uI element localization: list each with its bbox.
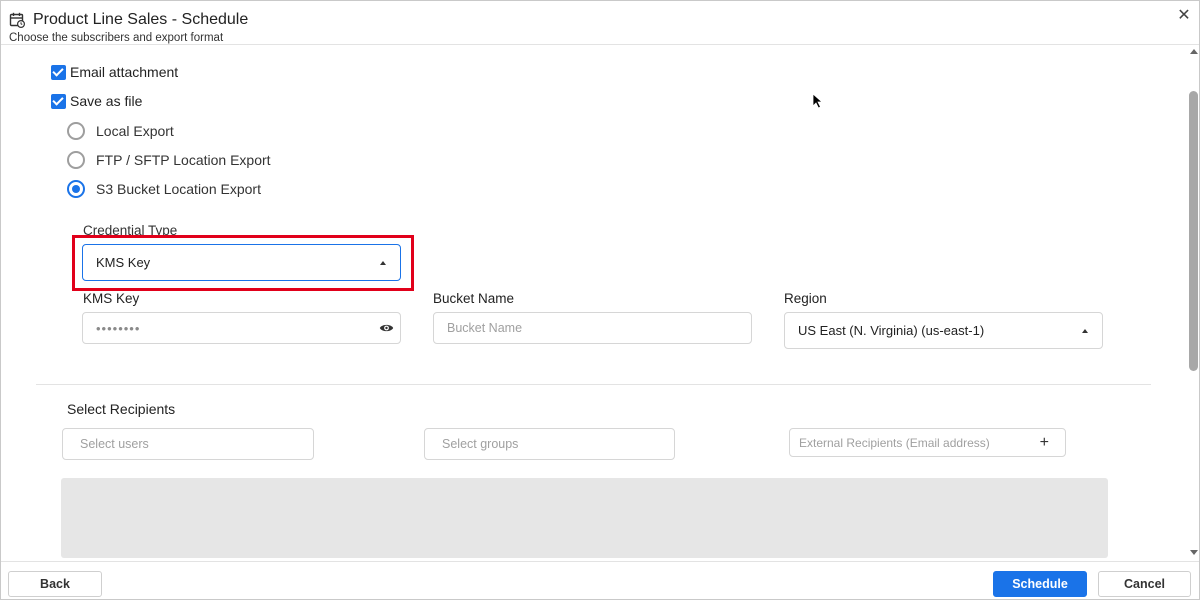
save-as-file-checkbox[interactable] xyxy=(51,93,66,109)
users-placeholder: Select users xyxy=(80,437,149,451)
dialog-subtitle: Choose the subscribers and export format xyxy=(9,32,224,44)
email-attachment-option[interactable]: Email attachment xyxy=(51,64,178,80)
s3-export-radio[interactable] xyxy=(67,180,85,198)
local-export-label: Local Export xyxy=(96,123,174,139)
mouse-cursor-icon xyxy=(812,93,824,109)
bucket-name-label: Bucket Name xyxy=(433,291,515,306)
plus-icon[interactable]: + xyxy=(1040,434,1049,452)
bucket-name-input[interactable]: Bucket Name xyxy=(433,312,752,344)
kms-key-label: KMS Key xyxy=(83,291,140,306)
s3-export-label: S3 Bucket Location Export xyxy=(96,181,261,197)
back-button[interactable]: Back xyxy=(8,571,102,597)
divider xyxy=(36,384,1151,385)
ftp-export-label: FTP / SFTP Location Export xyxy=(96,152,271,168)
dialog-footer: Back Schedule Cancel xyxy=(1,561,1199,599)
eye-icon[interactable] xyxy=(379,322,394,334)
export-option-local[interactable]: Local Export xyxy=(67,122,174,140)
region-label: Region xyxy=(784,291,827,306)
external-placeholder: External Recipients (Email address) xyxy=(799,435,990,450)
scrollbar-thumb[interactable] xyxy=(1189,91,1198,371)
chevron-up-icon xyxy=(1082,328,1088,333)
export-option-s3[interactable]: S3 Bucket Location Export xyxy=(67,180,261,198)
calendar-icon xyxy=(9,12,25,28)
schedule-button[interactable]: Schedule xyxy=(993,571,1087,597)
save-as-file-label: Save as file xyxy=(70,93,143,109)
dialog-header: Product Line Sales - Schedule Choose the… xyxy=(1,1,1199,45)
local-export-radio[interactable] xyxy=(67,122,85,140)
export-option-ftp[interactable]: FTP / SFTP Location Export xyxy=(67,151,271,169)
recipients-title: Select Recipients xyxy=(67,401,176,417)
scroll-down-icon[interactable] xyxy=(1190,550,1198,555)
email-attachment-label: Email attachment xyxy=(70,64,179,80)
region-value: US East (N. Virginia) (us-east-1) xyxy=(798,323,985,338)
select-users-input[interactable]: Select users xyxy=(62,428,314,460)
schedule-dialog: Product Line Sales - Schedule Choose the… xyxy=(0,0,1200,600)
dialog-title: Product Line Sales - Schedule xyxy=(33,11,249,28)
external-recipients-input[interactable]: External Recipients (Email address) + xyxy=(789,428,1066,457)
kms-key-input[interactable]: •••••••• xyxy=(82,312,401,344)
close-icon[interactable]: ✕ xyxy=(1175,7,1193,25)
email-attachment-checkbox[interactable] xyxy=(51,64,66,80)
save-as-file-option[interactable]: Save as file xyxy=(51,93,142,109)
region-select[interactable]: US East (N. Virginia) (us-east-1) xyxy=(784,312,1103,349)
select-groups-input[interactable]: Select groups xyxy=(424,428,675,460)
ftp-export-radio[interactable] xyxy=(67,151,85,169)
recipients-list-panel xyxy=(61,478,1108,558)
groups-placeholder: Select groups xyxy=(442,437,519,451)
scrollbar[interactable] xyxy=(1187,46,1200,558)
cancel-button[interactable]: Cancel xyxy=(1098,571,1191,597)
bucket-name-placeholder: Bucket Name xyxy=(447,321,523,335)
highlight-box xyxy=(72,235,414,291)
scroll-up-icon[interactable] xyxy=(1190,49,1198,54)
kms-key-value: •••••••• xyxy=(96,320,141,336)
